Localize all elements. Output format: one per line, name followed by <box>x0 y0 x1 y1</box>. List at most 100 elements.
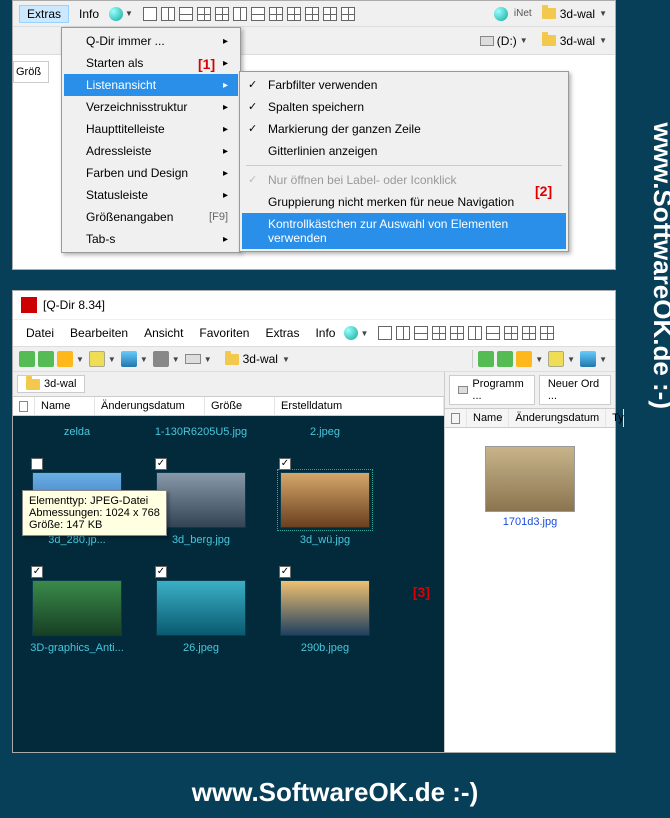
file-name[interactable]: 26.jpeg <box>149 642 253 654</box>
layout-4-icon[interactable] <box>269 7 283 21</box>
layout-3a-icon[interactable] <box>197 7 211 21</box>
menu-info[interactable]: Info <box>71 5 107 23</box>
dd-sizes[interactable]: Größenangaben[F9] <box>64 206 238 228</box>
file-name[interactable]: 1-130R6205U5.jpg <box>149 426 253 438</box>
tab-newfolder[interactable]: Neuer Ord ... <box>539 375 611 405</box>
dd-addressbar[interactable]: Adressleiste▸ <box>64 140 238 162</box>
menu-info[interactable]: Info <box>308 324 342 342</box>
checkbox[interactable]: ✓ <box>279 566 291 578</box>
address-crumb[interactable]: 3d-wal▼ <box>542 7 609 21</box>
col-modified[interactable]: Änderungsdatum <box>95 397 205 415</box>
dd-qdir-always[interactable]: Q-Dir immer ...▸ <box>64 30 238 52</box>
globe-icon[interactable] <box>109 7 123 21</box>
file-name[interactable]: 290b.jpeg <box>273 642 377 654</box>
file-name[interactable]: zelda <box>25 426 129 438</box>
checkbox[interactable]: ✓ <box>155 458 167 470</box>
pane-right: Programm ... Neuer Ord ... Name Änderung… <box>445 372 615 752</box>
panel-icon[interactable] <box>153 351 169 367</box>
star-icon-r[interactable] <box>516 351 532 367</box>
menu-fav[interactable]: Favoriten <box>192 324 256 342</box>
sm-color-filter[interactable]: ✓Farbfilter verwenden <box>242 74 566 96</box>
top-window: Extras Info ▼ iNet 3d-wal▼ (D:)▼ 3d-wal▼… <box>12 0 616 270</box>
back-icon-r[interactable] <box>478 351 494 367</box>
sm-checkboxes[interactable]: Kontrollkästchen zur Auswahl von Element… <box>242 213 566 249</box>
fwd-icon-r[interactable] <box>497 351 513 367</box>
layout-icon[interactable] <box>378 326 392 340</box>
tab-3dwal[interactable]: 3d-wal <box>17 375 85 393</box>
annotation-3: [3] <box>413 584 430 600</box>
menu-extras[interactable]: Extras <box>19 5 69 23</box>
layout-icon[interactable] <box>486 326 500 340</box>
menu-edit[interactable]: Bearbeiten <box>63 324 135 342</box>
address-crumb[interactable]: 3d-wal▼ <box>225 352 292 366</box>
menu-extras[interactable]: Extras <box>258 324 306 342</box>
view-icon-r[interactable] <box>548 351 564 367</box>
file-name[interactable]: 3D-graphics_Anti... <box>25 642 129 654</box>
tab-program[interactable]: Programm ... <box>449 375 535 405</box>
thumb-item[interactable]: ✓ <box>149 566 253 640</box>
file-name[interactable]: 2.jpeg <box>273 426 377 438</box>
col-checkbox[interactable] <box>445 409 467 427</box>
thumb-item[interactable]: ✓ <box>25 566 129 640</box>
dd-tabs[interactable]: Tab-s▸ <box>64 228 238 250</box>
thumb-item[interactable]: ✓ <box>273 566 377 640</box>
col-type[interactable]: Ty <box>606 409 624 427</box>
layout-3c-icon[interactable] <box>233 7 247 21</box>
sm-grouping[interactable]: Gruppierung nicht merken für neue Naviga… <box>242 191 566 213</box>
col-name[interactable]: Name <box>467 409 509 427</box>
menu-file[interactable]: Datei <box>19 324 61 342</box>
layout-3b-icon[interactable] <box>215 7 229 21</box>
layout-icon[interactable] <box>450 326 464 340</box>
checkbox[interactable]: ✓ <box>31 566 43 578</box>
dd-tree[interactable]: Verzeichnisstruktur▸ <box>64 96 238 118</box>
nav-folder[interactable]: 3d-wal▼ <box>542 34 609 48</box>
screen-icon-r[interactable] <box>580 351 596 367</box>
drive-select[interactable]: (D:)▼ <box>480 34 530 48</box>
file-name[interactable]: 3d_wü.jpg <box>273 534 377 546</box>
tab-strip-right: Programm ... Neuer Ord ... <box>445 372 615 409</box>
menu-view[interactable]: Ansicht <box>137 324 190 342</box>
dd-titlebar[interactable]: Haupttitelleiste▸ <box>64 118 238 140</box>
layout-icon[interactable] <box>432 326 446 340</box>
checkbox[interactable] <box>31 458 43 470</box>
layout-single-icon[interactable] <box>143 7 157 21</box>
layout-4c-icon[interactable] <box>305 7 319 21</box>
layout-icon[interactable] <box>396 326 410 340</box>
layout-2v-icon[interactable] <box>179 7 193 21</box>
tooltip-line: Abmessungen: 1024 x 768 <box>29 507 160 519</box>
layout-4e-icon[interactable] <box>341 7 355 21</box>
layout-4b-icon[interactable] <box>287 7 301 21</box>
thumb-item[interactable]: ✓ <box>273 458 377 532</box>
col-modified[interactable]: Änderungsdatum <box>509 409 606 427</box>
dd-colors[interactable]: Farben und Design▸ <box>64 162 238 184</box>
forward-icon[interactable] <box>38 351 54 367</box>
col-created[interactable]: Erstelldatum <box>275 397 444 415</box>
dd-listview[interactable]: Listenansicht▸ <box>64 74 238 96</box>
dd-statusbar[interactable]: Statusleiste▸ <box>64 184 238 206</box>
col-name[interactable]: Name <box>35 397 95 415</box>
checkbox[interactable]: ✓ <box>279 458 291 470</box>
drive-icon[interactable] <box>185 354 201 364</box>
layout-icon[interactable] <box>504 326 518 340</box>
sm-save-columns[interactable]: ✓Spalten speichern <box>242 96 566 118</box>
chevron-down-icon[interactable]: ▼ <box>125 9 133 18</box>
col-checkbox[interactable] <box>13 397 35 415</box>
layout-4d-icon[interactable] <box>323 7 337 21</box>
layout-3d-icon[interactable] <box>251 7 265 21</box>
layout-icon[interactable] <box>540 326 554 340</box>
sm-gridlines[interactable]: Gitterlinien anzeigen <box>242 140 566 162</box>
col-size[interactable]: Größe <box>205 397 275 415</box>
layout-icon[interactable] <box>468 326 482 340</box>
back-icon[interactable] <box>19 351 35 367</box>
layout-2h-icon[interactable] <box>161 7 175 21</box>
right-thumb-item[interactable]: 1701d3.jpg <box>445 428 615 546</box>
inet-icon[interactable] <box>494 7 508 21</box>
screen-icon[interactable] <box>121 351 137 367</box>
layout-icon[interactable] <box>522 326 536 340</box>
star-icon[interactable] <box>57 351 73 367</box>
view-icon[interactable] <box>89 351 105 367</box>
checkbox[interactable]: ✓ <box>155 566 167 578</box>
globe-icon[interactable] <box>344 326 358 340</box>
sm-full-row[interactable]: ✓Markierung der ganzen Zeile <box>242 118 566 140</box>
layout-icon[interactable] <box>414 326 428 340</box>
